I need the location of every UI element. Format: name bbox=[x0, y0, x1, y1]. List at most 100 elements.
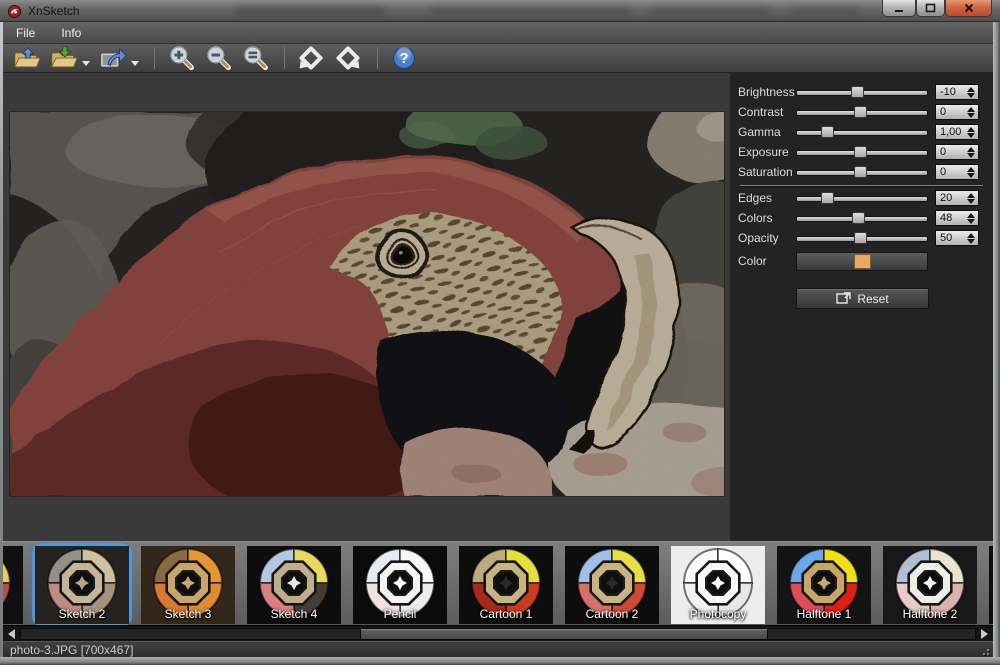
menubar: FileInfo bbox=[3, 22, 993, 44]
blurred-text-artifact bbox=[235, 6, 385, 16]
preset-pencil[interactable]: Pencil bbox=[353, 546, 447, 624]
toolbar-rotate-left-button[interactable] bbox=[294, 45, 328, 72]
preset-halftone-1[interactable]: Halftone 1 bbox=[777, 546, 871, 624]
spinbox-opacity[interactable]: 50 bbox=[935, 230, 979, 246]
window-title: XnSketch bbox=[28, 4, 79, 18]
spin-down-icon[interactable] bbox=[967, 153, 975, 158]
spin-down-icon[interactable] bbox=[967, 219, 975, 224]
spinbox-gamma[interactable]: 1,00 bbox=[935, 124, 979, 140]
spin-up-icon[interactable] bbox=[967, 147, 975, 152]
spin-up-icon[interactable] bbox=[967, 213, 975, 218]
spinbox-edges[interactable]: 20 bbox=[935, 190, 979, 206]
adjustment-label: Contrast bbox=[738, 105, 796, 119]
menu-item-info[interactable]: Info bbox=[48, 22, 94, 43]
spin-down-icon[interactable] bbox=[967, 199, 975, 204]
spinbox-value: -10 bbox=[936, 85, 966, 99]
dropdown-caret-icon[interactable] bbox=[131, 61, 139, 66]
statusbar: photo-3.JPG [700x467] bbox=[3, 641, 993, 657]
preset-sketch-4[interactable]: Sketch 4 bbox=[247, 546, 341, 624]
preset-photocopy[interactable]: Photocopy bbox=[671, 546, 765, 624]
rotate-right-icon bbox=[334, 45, 362, 71]
adjustment-row-gamma: Gamma1,00 bbox=[738, 122, 985, 142]
toolbar-help-button[interactable]: ? bbox=[387, 45, 421, 72]
spin-up-icon[interactable] bbox=[967, 233, 975, 238]
slider-thumb[interactable] bbox=[854, 106, 867, 118]
spinbox-exposure[interactable]: 0 bbox=[935, 144, 979, 160]
spin-up-icon[interactable] bbox=[967, 87, 975, 92]
slider-thumb[interactable] bbox=[851, 86, 864, 98]
slider-track[interactable] bbox=[796, 122, 928, 142]
preset-cartoon-1[interactable]: Cartoon 1 bbox=[459, 546, 553, 624]
spinbox-saturation[interactable]: 0 bbox=[935, 164, 979, 180]
spin-down-icon[interactable] bbox=[967, 133, 975, 138]
spinbox-colors[interactable]: 48 bbox=[935, 210, 979, 226]
preset-cartoon-2[interactable]: Cartoon 2 bbox=[565, 546, 659, 624]
menu-item-file[interactable]: File bbox=[3, 22, 48, 43]
slider-thumb[interactable] bbox=[821, 126, 834, 138]
minimize-icon bbox=[894, 4, 904, 13]
toolbar-zoom-out-button[interactable] bbox=[201, 45, 235, 72]
adjustment-row-colors: Colors48 bbox=[738, 208, 985, 228]
preset-sketch-3[interactable]: Sketch 3 bbox=[141, 546, 235, 624]
app-window: XnSketch FileInfo ? bbox=[0, 0, 1000, 665]
adjustment-row-edges: Edges20 bbox=[738, 188, 985, 208]
titlebar: XnSketch bbox=[0, 0, 1000, 22]
spin-down-icon[interactable] bbox=[967, 93, 975, 98]
slider-thumb[interactable] bbox=[852, 212, 865, 224]
toolbar-export-button[interactable] bbox=[96, 45, 130, 72]
spinbox-value: 0 bbox=[936, 105, 966, 119]
dropdown-caret-icon[interactable] bbox=[82, 61, 90, 66]
scrollbar-thumb[interactable] bbox=[360, 628, 768, 640]
toolbar-zoom-in-button[interactable] bbox=[164, 45, 198, 72]
help-icon: ? bbox=[390, 45, 418, 71]
spin-down-icon[interactable] bbox=[967, 173, 975, 178]
scroll-left-button[interactable] bbox=[4, 627, 19, 641]
preset-label: Pencil bbox=[353, 607, 447, 621]
slider-track[interactable] bbox=[796, 188, 928, 208]
preset-sketch-2[interactable]: Sketch 2 bbox=[35, 546, 129, 624]
toolbar-save-image-button[interactable] bbox=[47, 45, 81, 72]
spin-down-icon[interactable] bbox=[967, 239, 975, 244]
spin-down-icon[interactable] bbox=[967, 113, 975, 118]
color-picker-button[interactable] bbox=[796, 252, 928, 271]
spinbox-arrows bbox=[966, 193, 978, 204]
preset-halftone-2[interactable]: Halftone 2 bbox=[883, 546, 977, 624]
spin-up-icon[interactable] bbox=[967, 167, 975, 172]
reset-button[interactable]: Reset bbox=[796, 288, 929, 309]
spinbox-brightness[interactable]: -10 bbox=[935, 84, 979, 100]
close-button[interactable] bbox=[945, 0, 992, 17]
slider-track[interactable] bbox=[796, 142, 928, 162]
save-image-icon bbox=[50, 45, 78, 71]
adjustment-label: Brightness bbox=[738, 85, 796, 99]
presets-scrollbar bbox=[3, 625, 993, 641]
spin-up-icon[interactable] bbox=[967, 107, 975, 112]
slider-track[interactable] bbox=[796, 82, 928, 102]
slider-track[interactable] bbox=[796, 102, 928, 122]
spinbox-value: 50 bbox=[936, 231, 966, 245]
preset-partial-left[interactable] bbox=[3, 546, 23, 624]
toolbar-open-image-button[interactable] bbox=[10, 45, 44, 72]
toolbar-rotate-right-button[interactable] bbox=[331, 45, 365, 72]
minimize-button[interactable] bbox=[882, 0, 916, 17]
preset-partial-right[interactable] bbox=[989, 546, 993, 624]
spinbox-arrows bbox=[966, 147, 978, 158]
adjustment-label: Opacity bbox=[738, 231, 796, 245]
spin-up-icon[interactable] bbox=[967, 127, 975, 132]
slider-track[interactable] bbox=[796, 228, 928, 248]
resize-grip[interactable] bbox=[977, 643, 989, 655]
export-icon bbox=[99, 45, 127, 71]
adjustment-row-exposure: Exposure0 bbox=[738, 142, 985, 162]
maximize-button[interactable] bbox=[916, 0, 945, 17]
slider-thumb[interactable] bbox=[854, 232, 867, 244]
preset-label: Halftone 2 bbox=[883, 607, 977, 621]
preset-label: Sketch 4 bbox=[247, 607, 341, 621]
spinbox-contrast[interactable]: 0 bbox=[935, 104, 979, 120]
slider-track[interactable] bbox=[796, 162, 928, 182]
spin-up-icon[interactable] bbox=[967, 193, 975, 198]
slider-thumb[interactable] bbox=[821, 192, 834, 204]
slider-thumb[interactable] bbox=[854, 166, 867, 178]
scroll-right-button[interactable] bbox=[977, 627, 992, 641]
toolbar-zoom-original-button[interactable] bbox=[238, 45, 272, 72]
slider-thumb[interactable] bbox=[854, 146, 867, 158]
slider-track[interactable] bbox=[796, 208, 928, 228]
